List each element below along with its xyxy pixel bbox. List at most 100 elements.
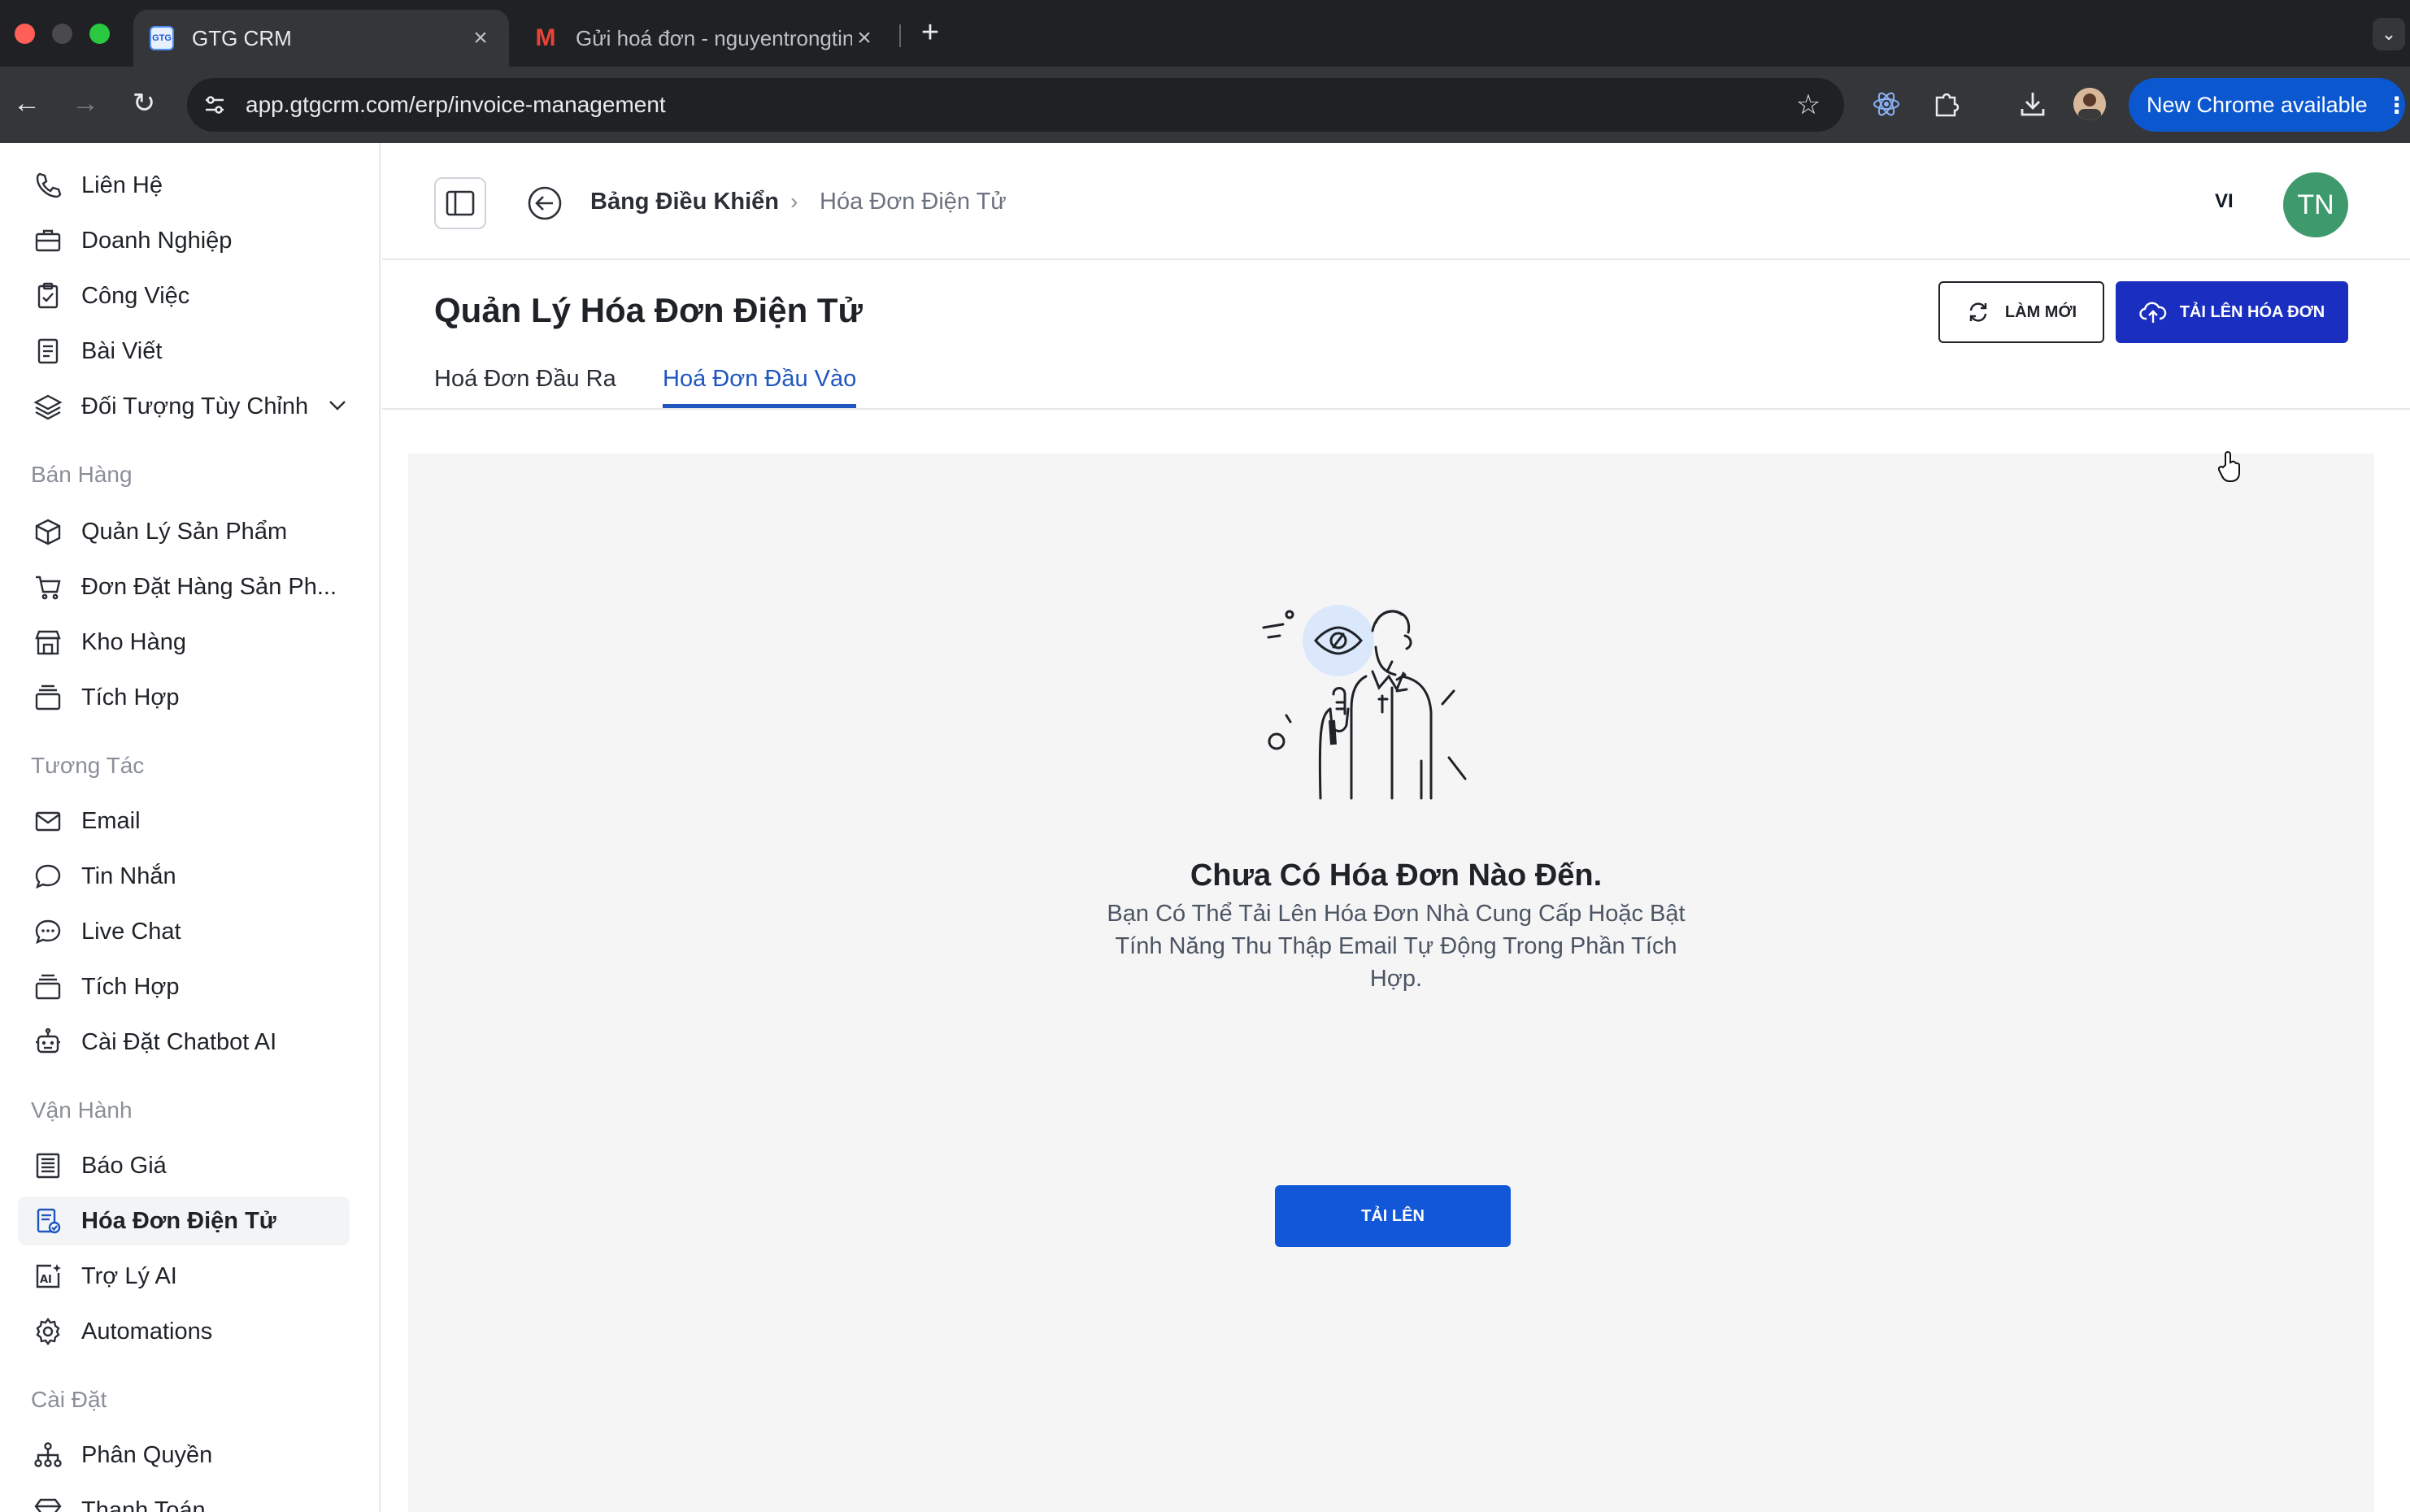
window-maximize-button[interactable]: [89, 24, 110, 44]
sidebar-item-tro-ly-ai[interactable]: AI Trợ Lý AI: [18, 1252, 350, 1301]
sidebar-item-hoa-don-dien-tu[interactable]: Hóa Đơn Điện Tử: [18, 1197, 350, 1245]
stack-icon: [31, 970, 65, 1004]
chrome-update-label: New Chrome available: [2147, 92, 2368, 117]
sidebar-item-label: Phân Quyền: [81, 1441, 213, 1468]
sidebar-item-label: Doanh Nghiệp: [81, 227, 233, 254]
breadcrumb-chevron-icon: ›: [790, 189, 798, 214]
toggle-sidebar-button[interactable]: [434, 177, 486, 229]
sidebar-item-label: Đơn Đặt Hàng Sản Ph...: [81, 573, 337, 600]
site-info-icon[interactable]: [198, 89, 231, 121]
upload-invoice-button[interactable]: TẢI LÊN HÓA ĐƠN: [2116, 281, 2348, 343]
sidebar-item-chatbot-ai[interactable]: Cài Đặt Chatbot AI: [18, 1018, 350, 1067]
clipboard-icon: [31, 279, 65, 313]
sidebar-item-lien-he[interactable]: Liên Hệ: [18, 161, 350, 210]
language-switcher[interactable]: VI: [2215, 190, 2234, 213]
address-bar[interactable]: app.gtgcrm.com/erp/invoice-management ☆: [187, 78, 1844, 132]
diamond-icon: [31, 1493, 65, 1512]
user-avatar[interactable]: TN: [2283, 172, 2348, 237]
breadcrumb-home-link[interactable]: Bảng Điều Khiển: [590, 189, 779, 215]
browser-toolbar: ← → ↻ app.gtgcrm.com/erp/invoice-managem…: [0, 67, 2410, 143]
breadcrumb-current: Hóa Đơn Điện Tử: [820, 189, 1007, 215]
sidebar-item-label: Automations: [81, 1318, 213, 1345]
tab-close-icon[interactable]: ×: [852, 26, 877, 50]
sidebar-item-bao-gia[interactable]: Báo Giá: [18, 1141, 350, 1190]
browser-tab-bar: GTG GTG CRM × M Gửi hoá đơn - nguyentron…: [0, 0, 2410, 67]
invoice-icon: [31, 1204, 65, 1238]
sidebar-item-doi-tuong-tuy-chinh[interactable]: Đối Tượng Tùy Chỉnh: [18, 382, 350, 431]
empty-state-title: Chưa Có Hóa Đơn Nào Đến.: [1190, 858, 1603, 893]
sidebar-item-label: Bài Viết: [81, 337, 163, 364]
sidebar-item-bai-viet[interactable]: Bài Viết: [18, 327, 350, 376]
sidebar-item-tich-hop-interaction[interactable]: Tích Hợp: [18, 962, 350, 1011]
forward-arrow-icon[interactable]: →: [67, 85, 104, 122]
tab-search-chevron-icon[interactable]: ⌄: [2373, 18, 2405, 50]
sidebar-item-don-dat-hang[interactable]: Đơn Đặt Hàng Sản Ph...: [18, 563, 350, 611]
cloud-upload-icon: [2139, 302, 2166, 323]
main-panel: Bảng Điều Khiển › Hóa Đơn Điện Tử VI TN …: [382, 143, 2410, 1512]
kebab-menu-icon[interactable]: ⋮: [2386, 92, 2408, 119]
sidebar-item-tich-hop-sales[interactable]: Tích Hợp: [18, 673, 350, 722]
sidebar-item-label: Tích Hợp: [81, 684, 180, 710]
section-title-cai-dat: Cài Đặt: [31, 1387, 107, 1412]
empty-state-description: Bạn Có Thể Tải Lên Hóa Đơn Nhà Cung Cấp …: [1107, 901, 1686, 992]
tab-hoa-don-dau-vao[interactable]: Hoá Đơn Đầu Vào: [663, 366, 857, 408]
section-title-van-hanh: Vận Hành: [31, 1097, 133, 1123]
gmail-icon: M: [535, 24, 556, 51]
empty-state-upload-button[interactable]: TẢI LÊN: [1275, 1185, 1511, 1247]
sidebar-item-quan-ly-san-pham[interactable]: Quản Lý Sản Phẩm: [18, 507, 350, 556]
gtg-favicon-icon: GTG: [150, 26, 174, 50]
tab-title: GTG CRM: [192, 25, 292, 50]
new-tab-button[interactable]: +: [914, 16, 946, 49]
section-title-ban-hang: Bán Hàng: [31, 462, 133, 487]
window-minimize-button[interactable]: [52, 24, 72, 44]
sidebar-item-label: Đối Tượng Tùy Chỉnh: [81, 393, 309, 419]
sidebar-item-live-chat[interactable]: Live Chat: [18, 907, 350, 956]
phone-icon: [31, 168, 65, 202]
sidebar-item-label: Live Chat: [81, 918, 181, 945]
briefcase-icon: [31, 224, 65, 258]
upload-invoice-label: TẢI LÊN HÓA ĐƠN: [2179, 302, 2325, 321]
page-title: Quản Lý Hóa Đơn Điện Tử: [434, 291, 863, 329]
sidebar-item-kho-hang[interactable]: Kho Hàng: [18, 618, 350, 667]
tab-hoa-don-dau-ra[interactable]: Hoá Đơn Đầu Ra: [434, 366, 616, 408]
hand-pointer-cursor-icon: [2218, 451, 2240, 482]
robot-icon: [31, 1025, 65, 1059]
sidebar-item-tin-nhan[interactable]: Tin Nhắn: [18, 852, 350, 901]
stack-icon: [31, 680, 65, 715]
browser-tab-gtg-crm[interactable]: GTG GTG CRM ×: [133, 10, 509, 67]
sidebar-item-label: Công Việc: [81, 282, 190, 309]
chevron-down-icon[interactable]: [325, 393, 350, 422]
refresh-label: LÀM MỚI: [2004, 302, 2077, 321]
refresh-icon: [1969, 302, 1987, 322]
window-close-button[interactable]: [15, 24, 35, 44]
profile-avatar[interactable]: [2073, 88, 2106, 120]
sidebar-item-email[interactable]: Email: [18, 797, 350, 845]
tab-close-icon[interactable]: ×: [468, 26, 493, 50]
sidebar-item-label: Báo Giá: [81, 1152, 167, 1179]
section-title-tuong-tac: Tương Tác: [31, 753, 145, 778]
sidebar-item-label: Tin Nhắn: [81, 862, 176, 889]
back-arrow-icon[interactable]: ←: [8, 85, 46, 122]
refresh-button[interactable]: LÀM MỚI: [1938, 281, 2104, 343]
store-icon: [31, 625, 65, 659]
sidebar-item-cong-viec[interactable]: Công Việc: [18, 272, 350, 320]
empty-state-illustration: [1262, 605, 1467, 800]
url-text[interactable]: app.gtgcrm.com/erp/invoice-management: [246, 92, 1792, 118]
back-circle-icon[interactable]: [527, 185, 563, 221]
document-icon: [31, 334, 65, 368]
sidebar-item-phan-quyen[interactable]: Phân Quyền: [18, 1431, 350, 1479]
chrome-update-button[interactable]: New Chrome available ⋮: [2129, 78, 2408, 132]
sidebar-item-label: Email: [81, 807, 141, 834]
extensions-puzzle-icon[interactable]: [1930, 88, 1963, 120]
live-chat-icon: [31, 915, 65, 949]
download-icon[interactable]: [2016, 88, 2049, 120]
browser-tab-gmail[interactable]: M Gửi hoá đơn - nguyentrongtin ×: [517, 10, 893, 67]
sidebar-item-doanh-nghiep[interactable]: Doanh Nghiệp: [18, 216, 350, 265]
react-devtools-icon[interactable]: [1870, 88, 1903, 120]
box-icon: [31, 515, 65, 549]
crm-app: Liên Hệ Doanh Nghiệp Công Việc Bài Viết …: [0, 143, 2410, 1512]
sidebar-item-automations[interactable]: Automations: [18, 1307, 350, 1356]
bookmark-star-icon[interactable]: ☆: [1792, 89, 1825, 121]
reload-icon[interactable]: ↻: [125, 85, 163, 122]
sidebar-item-thanh-toan[interactable]: Thanh Toán: [18, 1486, 350, 1512]
